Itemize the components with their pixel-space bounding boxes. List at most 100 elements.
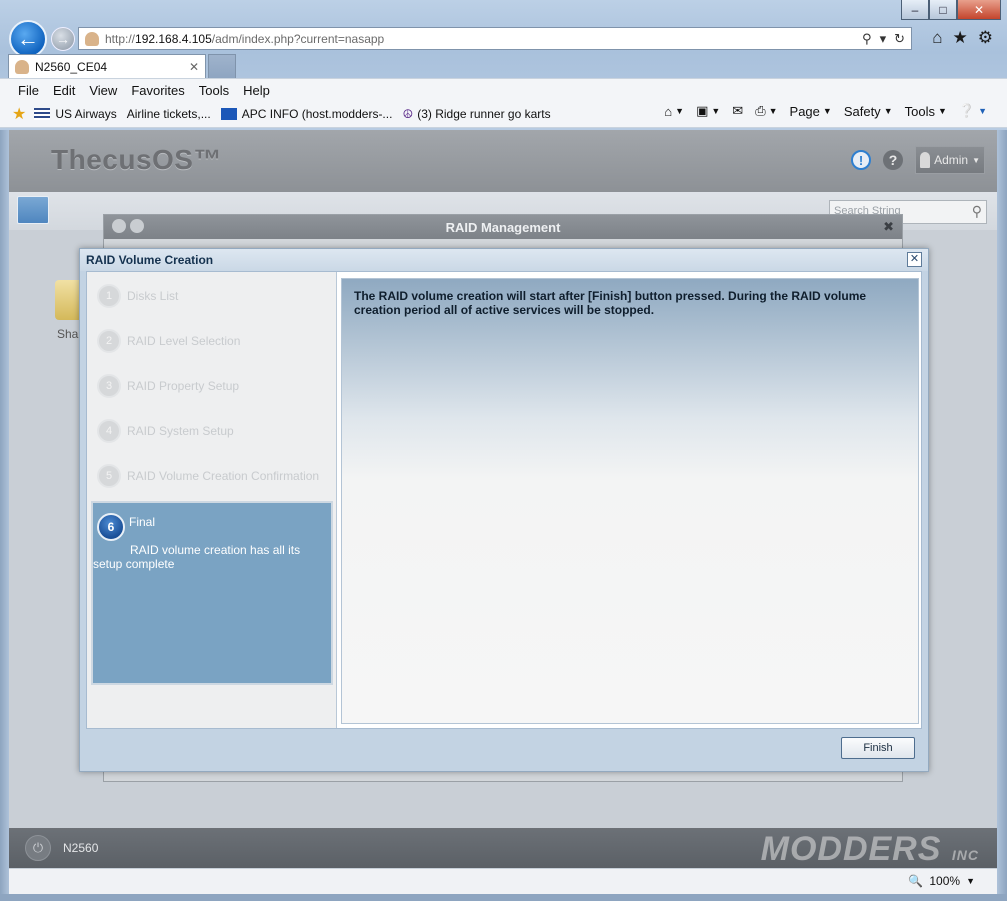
favorite-link-airline[interactable]: Airline tickets,...: [127, 107, 211, 121]
minimize-button[interactable]: –: [901, 0, 929, 20]
favorite-link-apc[interactable]: APC INFO (host.modders-...: [220, 107, 392, 121]
watermark-logo: MODDERS INC: [760, 830, 979, 868]
star-icon[interactable]: ★: [953, 28, 968, 48]
apc-icon: [220, 108, 237, 120]
favorite-link-ridgerunner[interactable]: ☮ (3) Ridge runner go karts: [402, 107, 550, 121]
tab-favicon-icon: [15, 59, 29, 74]
print-icon[interactable]: ⎙ ▼: [755, 103, 777, 119]
address-bar-icons: ⚲ ▾ ↻: [862, 31, 905, 47]
favorite-link-usairways[interactable]: US Airways: [34, 107, 117, 121]
close-window-button[interactable]: ✕: [957, 0, 1001, 20]
mail-icon[interactable]: ✉: [732, 103, 743, 119]
maximize-button[interactable]: □: [929, 0, 957, 20]
app-bottom-bar: ⏻ N2560 MODDERS INC: [9, 828, 997, 868]
zoom-level: 100%: [929, 874, 961, 888]
desktop-shortcut-label: Sha: [57, 327, 79, 341]
wizard-step-active: 6 Final RAID volume creation has all its…: [91, 501, 333, 685]
window-frame-left: [0, 130, 9, 901]
rss-icon[interactable]: ▣ ▼: [696, 103, 720, 119]
menu-edit[interactable]: Edit: [53, 83, 75, 98]
dialog-title: RAID Volume Creation: [80, 249, 928, 271]
help-icon[interactable]: ?: [883, 150, 903, 170]
home-icon[interactable]: ⌂: [932, 28, 942, 48]
step-number: 2: [97, 329, 121, 353]
active-step-number: 6: [97, 513, 125, 541]
step-label: RAID Volume Creation Confirmation: [127, 469, 320, 483]
user-icon: [920, 152, 931, 168]
address-bar[interactable]: http://192.168.4.105/adm/index.php?curre…: [78, 27, 912, 50]
window-controls: – □ ✕: [901, 0, 1001, 20]
tab-strip: N2560_CE04 ✕: [8, 54, 236, 78]
wizard-step-2: 2 RAID Level Selection: [97, 329, 333, 353]
dropdown-icon[interactable]: ▾: [880, 31, 887, 47]
active-step-label: Final: [129, 515, 156, 529]
step-label: RAID Level Selection: [127, 334, 241, 348]
window-frame-right: [997, 130, 1007, 901]
new-tab-button[interactable]: [208, 54, 236, 78]
control-panel-icon[interactable]: [17, 196, 49, 224]
info-icon[interactable]: !: [851, 150, 871, 170]
flag-icon: [34, 108, 51, 120]
address-url: http://192.168.4.105/adm/index.php?curre…: [105, 31, 385, 46]
raid-management-title: RAID Management: [445, 219, 561, 235]
chevron-down-icon: ▼: [966, 876, 975, 886]
peace-icon: ☮: [402, 107, 414, 121]
menu-file[interactable]: File: [18, 83, 39, 98]
tab-close-icon[interactable]: ✕: [189, 60, 199, 74]
user-menu-button[interactable]: Admin ▼: [915, 146, 985, 174]
home-command-icon[interactable]: ⌂ ▼: [664, 104, 684, 119]
help-icon[interactable]: ❔ ▼: [959, 103, 987, 119]
refresh-icon[interactable]: ↻: [894, 31, 905, 47]
device-name: N2560: [63, 841, 99, 855]
step-label: Disks List: [127, 289, 179, 303]
step-number: 1: [97, 284, 121, 308]
finish-button[interactable]: Finish: [841, 737, 915, 759]
wizard-content-panel: The RAID volume creation will start afte…: [341, 278, 919, 724]
wizard-step-5: 5 RAID Volume Creation Confirmation: [97, 464, 333, 488]
window-frame-bottom: [0, 894, 1007, 901]
chevron-down-icon: ▼: [972, 155, 980, 165]
step-number: 3: [97, 374, 121, 398]
menu-tools[interactable]: Tools: [199, 83, 229, 98]
back-arrow-icon[interactable]: ←: [9, 20, 47, 58]
power-icon[interactable]: ⏻: [25, 835, 51, 861]
menu-view[interactable]: View: [89, 83, 117, 98]
wizard-message: The RAID volume creation will start afte…: [354, 289, 867, 317]
search-icon[interactable]: ⚲: [972, 203, 982, 220]
step-number: 5: [97, 464, 121, 488]
zoom-control[interactable]: 🔍 100% ▼: [908, 874, 975, 888]
safety-menu[interactable]: Safety ▼: [844, 104, 893, 119]
favorites-add-icon[interactable]: ★: [12, 104, 26, 124]
step-number: 4: [97, 419, 121, 443]
active-step-description: RAID volume creation has all its setup c…: [93, 543, 301, 571]
step-label: RAID Property Setup: [127, 379, 240, 393]
command-bar: ⌂ ▼ ▣ ▼ ✉ ⎙ ▼ Page ▼ Safety ▼ Tools ▼ ❔ ▼: [664, 103, 987, 119]
forward-arrow-icon[interactable]: →: [51, 27, 75, 51]
status-bar: 🔍 100% ▼: [9, 868, 997, 894]
gear-icon[interactable]: ⚙: [978, 28, 993, 48]
browser-right-icons: ⌂ ★ ⚙: [932, 28, 993, 48]
tab-active[interactable]: N2560_CE04 ✕: [8, 54, 206, 78]
close-icon[interactable]: ✖: [883, 219, 894, 235]
menu-help[interactable]: Help: [243, 83, 270, 98]
page-menu[interactable]: Page ▼: [790, 104, 832, 119]
site-favicon-icon: [85, 31, 99, 46]
menu-bar: File Edit View Favorites Tools Help: [0, 78, 1007, 101]
raid-management-titlebar: RAID Management ✖: [104, 215, 902, 239]
wizard-steps: 1 Disks List 2 RAID Level Selection 3 RA…: [87, 272, 337, 728]
zoom-icon: 🔍: [908, 874, 924, 888]
user-name: Admin: [934, 153, 969, 167]
tools-menu[interactable]: Tools ▼: [905, 104, 947, 119]
search-icon[interactable]: ⚲: [862, 31, 872, 47]
header-icons: ! ? Admin ▼: [851, 146, 985, 174]
menu-favorites[interactable]: Favorites: [131, 83, 184, 98]
raid-volume-creation-dialog: RAID Volume Creation ✕ 1 Disks List 2 RA…: [79, 248, 929, 772]
brand-logo: ThecusOS™: [51, 144, 222, 175]
tab-title: N2560_CE04: [35, 59, 108, 74]
wizard-step-1: 1 Disks List: [97, 284, 333, 308]
close-icon[interactable]: ✕: [907, 252, 922, 267]
window-back-icon[interactable]: [112, 219, 126, 233]
window-nav-controls: [112, 219, 144, 233]
window-forward-icon[interactable]: [130, 219, 144, 233]
wizard-step-4: 4 RAID System Setup: [97, 419, 333, 443]
